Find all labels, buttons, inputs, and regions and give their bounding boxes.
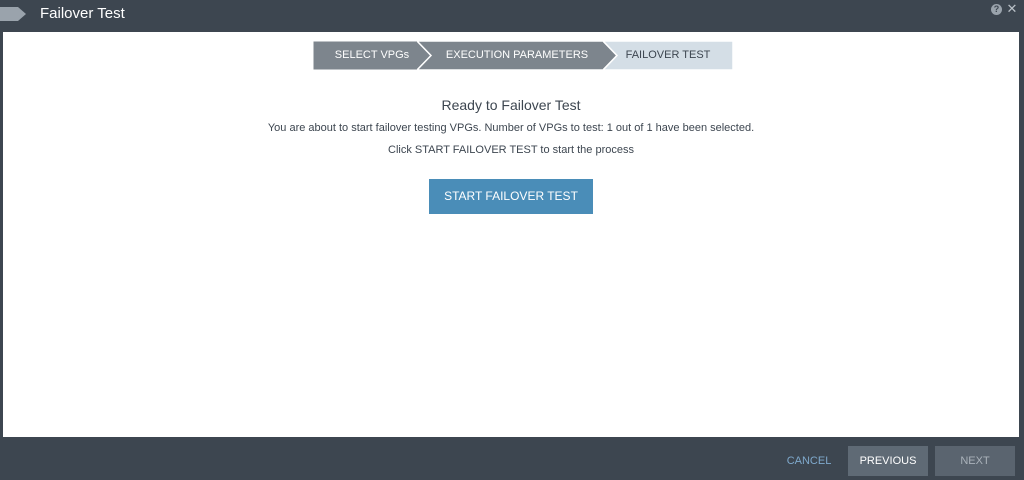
hint-text: Click START FAILOVER TEST to start the p… [388,144,634,156]
step-label: EXECUTION PARAMETERS [445,49,589,61]
page-title: Ready to Failover Test [441,97,581,113]
cancel-button[interactable]: CANCEL [776,446,842,476]
start-failover-test-button[interactable]: START FAILOVER TEST [429,179,593,214]
close-icon[interactable]: ✕ [1006,2,1018,16]
description-text: You are about to start failover testing … [267,122,755,134]
next-button[interactable]: NEXT [935,446,1015,476]
previous-button[interactable]: PREVIOUS [848,446,928,476]
step-execution-parameters[interactable]: EXECUTION PARAMETERS [417,41,617,70]
step-label: FAILOVER TEST [625,49,711,61]
tag-icon [0,7,26,21]
help-icon[interactable]: ? [991,4,1002,15]
title-bar: Failover Test ? ✕ [0,0,1024,32]
wizard-content: SELECT VPGs EXECUTION PARAMETERS FAILOVE… [3,32,1019,437]
wizard-steps: SELECT VPGs EXECUTION PARAMETERS FAILOVE… [313,41,733,70]
step-label: SELECT VPGs [334,49,410,61]
step-select-vpgs[interactable]: SELECT VPGs [313,41,431,70]
window-title: Failover Test [40,5,125,22]
step-failover-test[interactable]: FAILOVER TEST [603,41,733,70]
